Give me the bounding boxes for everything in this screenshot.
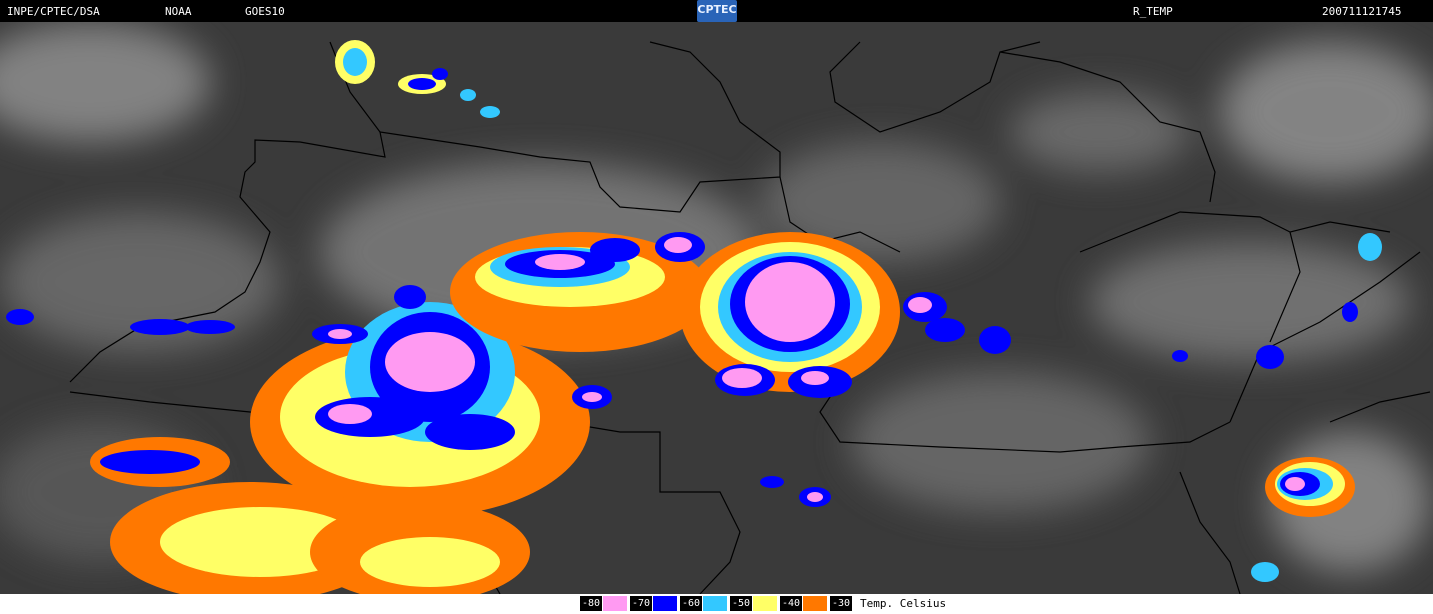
legend-swatch-40 xyxy=(803,596,827,611)
cptec-logo: CPTEC xyxy=(697,0,737,22)
legend-swatch-60 xyxy=(703,596,727,611)
legend-unit-label: Temp. Celsius xyxy=(860,597,947,610)
header-bar: INPE/CPTEC/DSA NOAA GOES10 CPTEC R_TEMP … xyxy=(0,0,1433,22)
legend-label-70: -70 xyxy=(630,596,653,611)
satellite-map-svg xyxy=(0,22,1433,594)
legend-swatch-70 xyxy=(653,596,677,611)
legend-label-80: -80 xyxy=(580,596,603,611)
satellite-image xyxy=(0,22,1433,594)
product-label: R_TEMP xyxy=(1133,5,1173,18)
legend-label-40: -40 xyxy=(780,596,803,611)
agency-label: NOAA xyxy=(165,5,192,18)
legend-label-30: -30 xyxy=(830,596,853,611)
legend-label-50: -50 xyxy=(730,596,753,611)
temperature-legend: -80 -70 -60 -50 -40 -30 Temp. Celsius xyxy=(0,594,1433,614)
legend-label-60: -60 xyxy=(680,596,703,611)
satellite-label: GOES10 xyxy=(245,5,285,18)
legend-swatch-50 xyxy=(753,596,777,611)
legend-swatch-80 xyxy=(603,596,627,611)
org-label: INPE/CPTEC/DSA xyxy=(7,5,100,18)
timestamp-label: 200711121745 xyxy=(1322,5,1402,18)
